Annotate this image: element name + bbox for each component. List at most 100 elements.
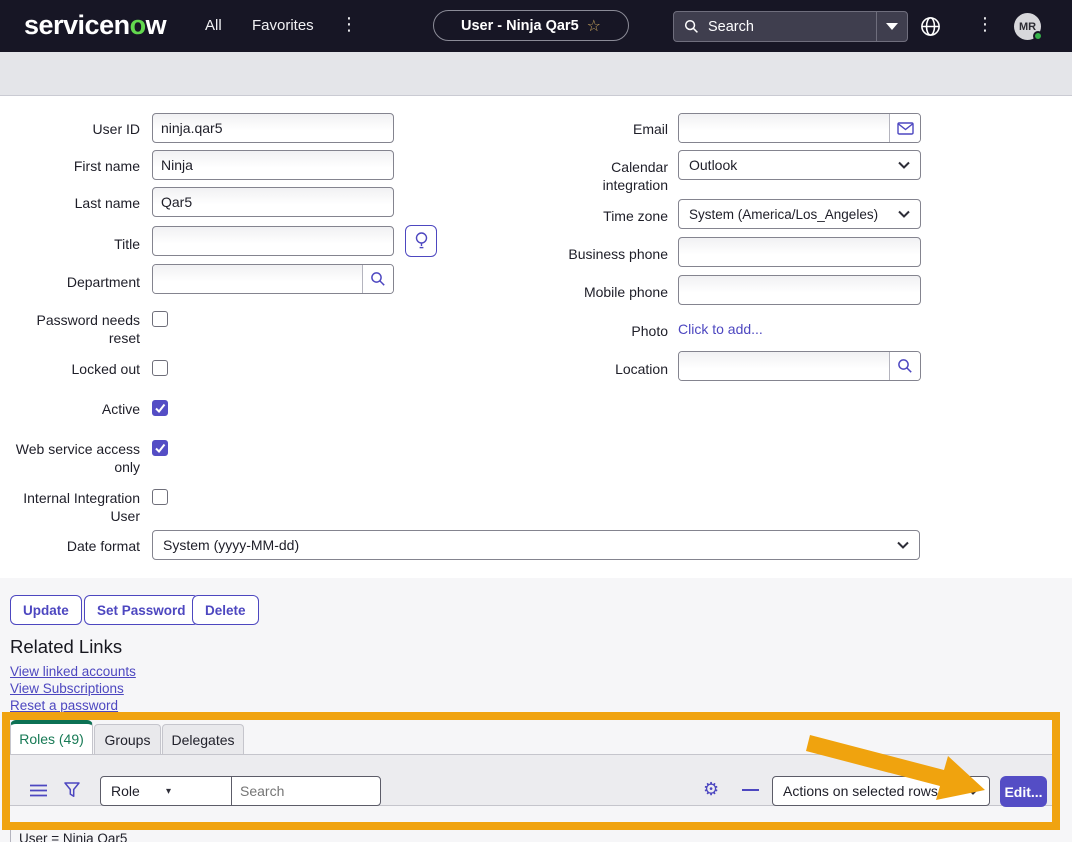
presence-dot (1033, 31, 1043, 41)
list-filter-breadcrumb[interactable]: User = Ninja Qar5 (10, 828, 1062, 842)
nav-favorites[interactable]: Favorites (252, 17, 314, 34)
internal-integration-user-checkbox[interactable] (152, 489, 168, 505)
tab-delegates-label: Delegates (171, 732, 234, 748)
photo-add-link[interactable]: Click to add... (678, 321, 763, 337)
global-search[interactable]: Search (673, 11, 908, 42)
record-header-bar (0, 52, 1072, 96)
footer-update-button[interactable]: Update (10, 595, 82, 625)
location-field-group (678, 351, 921, 381)
avatar-initials: MR (1019, 21, 1036, 33)
department-label: Department (10, 273, 140, 291)
email-field-group (678, 113, 921, 143)
time-zone-label: Time zone (556, 207, 668, 225)
search-icon (684, 19, 699, 34)
location-lookup-button[interactable] (889, 352, 920, 380)
department-field-group (152, 264, 394, 294)
date-format-select[interactable]: System (yyyy-MM-dd) (152, 530, 920, 560)
last-name-field[interactable] (152, 187, 394, 217)
locked-out-label: Locked out (10, 360, 140, 378)
date-format-label: Date format (10, 537, 140, 555)
password-needs-reset-label: Password needs reset (10, 311, 140, 347)
edit-button[interactable]: Edit... (1000, 776, 1047, 807)
search-icon (897, 358, 913, 374)
user-id-label: User ID (10, 120, 140, 138)
time-zone-value: System (America/Los_Angeles) (689, 207, 898, 222)
top-navbar: servicenow All Favorites ⋮ User - Ninja … (0, 0, 1072, 52)
suggestion-button[interactable] (405, 225, 437, 257)
collapse-list-icon[interactable] (742, 789, 759, 791)
list-search-field-value: Role (111, 783, 166, 799)
triangle-down-icon: ▾ (166, 786, 221, 797)
chevron-down-icon (898, 210, 910, 218)
chevron-down-icon (897, 541, 909, 549)
business-phone-field[interactable] (678, 237, 921, 267)
actions-select-value: Actions on selected rows... (783, 783, 967, 799)
context-pill-label: User - Ninja Qar5 (461, 18, 579, 34)
email-compose-button[interactable] (889, 114, 920, 142)
chevron-down-icon (898, 161, 910, 169)
filter-icon[interactable] (64, 782, 80, 799)
gear-icon[interactable]: ⚙ (703, 780, 719, 798)
check-icon (153, 441, 167, 455)
location-label: Location (556, 360, 668, 378)
reset-a-password-link[interactable]: Reset a password (10, 698, 118, 713)
first-name-field[interactable] (152, 150, 394, 180)
breadcrumb-text: User = Ninja Qar5 (19, 831, 127, 842)
mobile-phone-field[interactable] (678, 275, 921, 305)
globe-icon[interactable] (920, 16, 941, 37)
view-linked-accounts-link[interactable]: View linked accounts (10, 664, 136, 679)
web-service-access-only-label: Web service access only (10, 440, 140, 476)
avatar[interactable]: MR (1014, 13, 1041, 40)
web-service-access-only-checkbox[interactable] (152, 440, 168, 456)
footer-delete-button[interactable]: Delete (192, 595, 259, 625)
title-field[interactable] (152, 226, 394, 256)
instance-more-menu-icon[interactable]: ⋮ (976, 15, 994, 33)
actions-on-selected-rows-select[interactable]: Actions on selected rows... (772, 776, 990, 806)
tab-groups[interactable]: Groups (94, 724, 161, 754)
search-icon (370, 271, 386, 287)
time-zone-select[interactable]: System (America/Los_Angeles) (678, 199, 921, 229)
tab-roles-label: Roles (49) (19, 731, 84, 747)
tab-roles[interactable]: Roles (49) (10, 720, 93, 754)
tab-groups-label: Groups (105, 732, 151, 748)
search-scope-dropdown[interactable] (876, 12, 907, 41)
title-label: Title (10, 235, 140, 253)
internal-integration-user-label: Internal Integration User (10, 489, 140, 525)
department-lookup-button[interactable] (362, 265, 393, 293)
view-subscriptions-link[interactable]: View Subscriptions (10, 681, 124, 696)
last-name-label: Last name (10, 194, 140, 212)
user-id-field[interactable] (152, 113, 394, 143)
calendar-integration-label: Calendar integration (556, 158, 668, 194)
department-field[interactable] (153, 265, 362, 293)
nav-all[interactable]: All (205, 17, 222, 34)
tab-delegates[interactable]: Delegates (162, 724, 244, 754)
chevron-down-icon (967, 787, 979, 795)
list-search-field-select[interactable]: Role ▾ (100, 776, 232, 806)
calendar-integration-value: Outlook (689, 157, 898, 173)
location-field[interactable] (679, 352, 889, 380)
first-name-label: First name (10, 157, 140, 175)
nav-more-menu-icon[interactable]: ⋮ (340, 15, 358, 33)
check-icon (153, 401, 167, 415)
list-context-menu-icon[interactable] (30, 784, 47, 797)
date-format-value: System (yyyy-MM-dd) (163, 537, 897, 553)
active-label: Active (10, 400, 140, 418)
active-checkbox[interactable] (152, 400, 168, 416)
mail-icon (897, 122, 914, 135)
email-field[interactable] (679, 114, 889, 142)
password-needs-reset-checkbox[interactable] (152, 311, 168, 327)
lightbulb-icon (415, 232, 428, 250)
footer-set-password-button[interactable]: Set Password (84, 595, 199, 625)
email-label: Email (556, 120, 668, 138)
business-phone-label: Business phone (556, 245, 668, 263)
global-search-placeholder: Search (708, 19, 754, 35)
list-search-input[interactable] (231, 776, 381, 806)
logo-green-o: o (130, 10, 146, 40)
calendar-integration-select[interactable]: Outlook (678, 150, 921, 180)
context-pill[interactable]: User - Ninja Qar5 ☆ (433, 10, 629, 41)
locked-out-checkbox[interactable] (152, 360, 168, 376)
mobile-phone-label: Mobile phone (556, 283, 668, 301)
favorite-star-icon[interactable]: ☆ (587, 16, 601, 36)
related-links-title: Related Links (10, 636, 122, 658)
servicenow-logo[interactable]: servicenow (24, 10, 166, 41)
